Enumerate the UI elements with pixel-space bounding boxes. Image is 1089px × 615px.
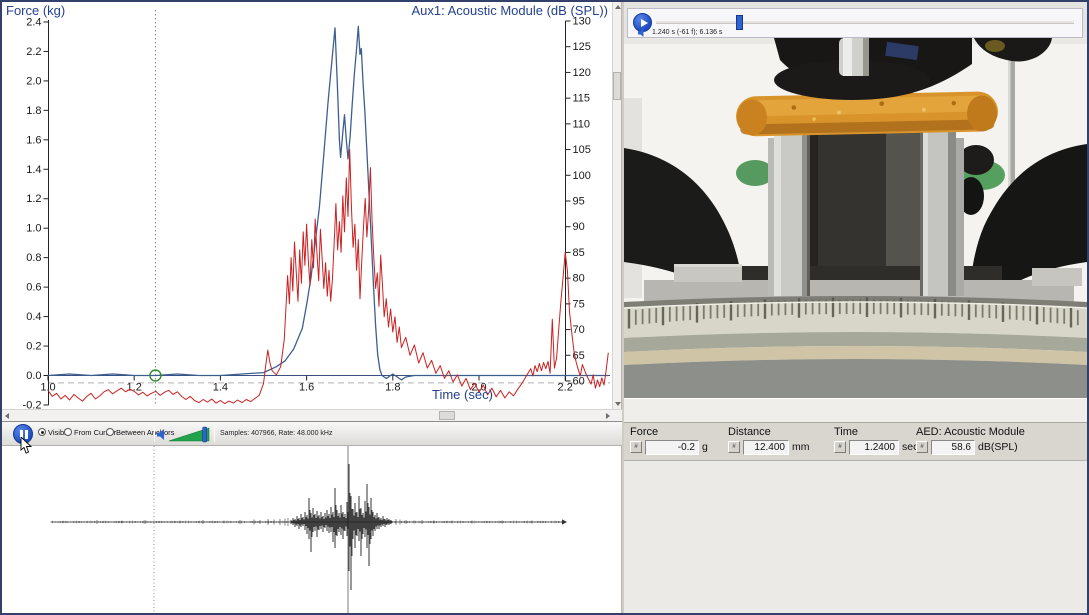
readout-options-button[interactable]: # (630, 441, 642, 453)
svg-text:120: 120 (573, 67, 591, 79)
readout-options-button[interactable]: # (834, 441, 846, 453)
svg-text:70: 70 (573, 324, 585, 336)
support-post-left (768, 118, 810, 296)
readout-time: Time#1.2400sec (834, 426, 858, 455)
samples-rate-status: Samples: 407966, Rate: 48.000 kHz (220, 430, 332, 437)
radio-circle-icon[interactable] (64, 428, 72, 436)
ratchet-scale (624, 296, 1087, 398)
radio-circle-icon[interactable] (38, 428, 46, 436)
readout-force: Force#-0.2g (630, 426, 658, 455)
readout-options-button[interactable]: # (728, 441, 740, 453)
svg-text:110: 110 (573, 118, 591, 130)
svg-text:90: 90 (573, 221, 585, 233)
scroll-up-icon[interactable] (615, 5, 621, 9)
speaker-icon (157, 429, 168, 441)
video-feed[interactable] (624, 38, 1087, 398)
force-acoustic-chart-panel: 2.4 2.2 2.0 1.8 1.6 1.4 1.2 1.0 0.8 0.6 0.4 0.2 0.0 -… (2, 2, 622, 421)
readouts-strip: Force#-0.2gDistance#12.400mmTime#1.2400s… (624, 423, 1087, 461)
readout-label: AED: Acoustic Module (916, 426, 1025, 438)
audio-waveform-panel: VisibleFrom CursorBetween Anchors Sample… (2, 421, 622, 613)
toolbar-separator (214, 426, 215, 442)
svg-text:1.0: 1.0 (40, 382, 55, 394)
svg-text:1.4: 1.4 (213, 382, 228, 394)
audio-toolbar: VisibleFrom CursorBetween Anchors Sample… (2, 421, 622, 446)
window-content: 2.4 2.2 2.0 1.8 1.6 1.4 1.2 1.0 0.8 0.6 0.4 0.2 0.0 -… (2, 2, 1087, 613)
svg-text:1.6: 1.6 (299, 382, 314, 394)
svg-text:125: 125 (573, 41, 591, 53)
playback-slider-thumb[interactable] (736, 15, 743, 30)
svg-text:1.8: 1.8 (26, 105, 41, 117)
svg-text:75: 75 (573, 298, 585, 310)
texture-analyser-video-frame (624, 38, 1087, 398)
video-playback-bar: 1.240 s (-61 f); 6.136 s (627, 8, 1083, 38)
chart-horizontal-scrollbar[interactable] (2, 409, 622, 421)
app-window: 2.4 2.2 2.0 1.8 1.6 1.4 1.2 1.0 0.8 0.6 0.4 0.2 0.0 -… (0, 0, 1089, 615)
svg-text:2.4: 2.4 (26, 16, 41, 28)
readout-value-field[interactable]: 1.2400 (849, 440, 899, 455)
svg-text:100: 100 (573, 170, 591, 182)
audio-waveform[interactable] (2, 446, 622, 613)
chart-vertical-scrollbar[interactable] (612, 2, 621, 409)
empty-area (624, 461, 1087, 613)
svg-text:0.6: 0.6 (26, 282, 41, 294)
svg-text:1.6: 1.6 (26, 134, 41, 146)
playback-time-status: 1.240 s (-61 f); 6.136 s (652, 29, 722, 36)
volume-slider[interactable] (169, 426, 213, 443)
readout-value-field[interactable]: 58.6 (931, 440, 975, 455)
aux-axis-title: Aux1: Acoustic Module (dB (SPL)) (411, 3, 608, 18)
readout-value-field[interactable]: 12.400 (743, 440, 789, 455)
svg-text:105: 105 (573, 144, 591, 156)
radio-circle-icon[interactable] (106, 428, 114, 436)
horizontal-scrollbar-thumb[interactable] (439, 411, 455, 420)
vertical-scrollbar-thumb[interactable] (613, 72, 621, 100)
svg-text:1.8: 1.8 (385, 382, 400, 394)
svg-text:1.4: 1.4 (26, 164, 41, 176)
svg-text:80: 80 (573, 273, 585, 285)
readout-distance: Distance#12.400mm (728, 426, 771, 455)
svg-text:2.2: 2.2 (558, 382, 573, 394)
svg-text:1.0: 1.0 (26, 223, 41, 235)
readout-unit: mm (792, 441, 810, 453)
svg-text:60: 60 (573, 376, 585, 388)
svg-text:0.4: 0.4 (26, 311, 41, 323)
scroll-right-icon[interactable] (606, 413, 610, 419)
support-post-right (920, 118, 964, 296)
chart-plot[interactable]: 2.4 2.2 2.0 1.8 1.6 1.4 1.2 1.0 0.8 0.6 0.4 0.2 0.0 -… (2, 2, 613, 409)
svg-text:0.8: 0.8 (26, 252, 41, 264)
svg-text:1.2: 1.2 (26, 193, 41, 205)
svg-text:2.2: 2.2 (26, 46, 41, 58)
svg-text:0.2: 0.2 (26, 341, 41, 353)
playback-slider-track[interactable] (656, 21, 1074, 24)
right-panel: 1.240 s (-61 f); 6.136 s (624, 2, 1087, 613)
svg-text:115: 115 (573, 93, 591, 105)
video-lower-strip (624, 398, 1087, 423)
svg-text:-0.2: -0.2 (23, 399, 42, 409)
toolbar-separator (154, 426, 155, 442)
svg-text:0.0: 0.0 (26, 370, 41, 382)
svg-text:85: 85 (573, 247, 585, 259)
time-axis-label: Time (sec) (432, 387, 493, 402)
readout-aed-acoustic-module: AED: Acoustic Module #58.6dB(SPL) (916, 426, 1025, 455)
readout-label: Force (630, 426, 658, 438)
svg-text:95: 95 (573, 195, 585, 207)
readout-unit: dB(SPL) (978, 441, 1018, 453)
readout-value-field[interactable]: -0.2 (645, 440, 699, 455)
svg-text:2.0: 2.0 (26, 75, 41, 87)
readout-options-button[interactable]: # (916, 441, 928, 453)
speaker-icon (638, 28, 647, 38)
scroll-down-icon[interactable] (615, 402, 621, 406)
scroll-left-icon[interactable] (5, 413, 9, 419)
play-icon (641, 19, 648, 27)
readout-label: Time (834, 426, 858, 438)
force-axis-title: Force (kg) (6, 3, 65, 18)
mouse-cursor-icon (20, 437, 32, 454)
readout-unit: g (702, 441, 708, 453)
readout-label: Distance (728, 426, 771, 438)
